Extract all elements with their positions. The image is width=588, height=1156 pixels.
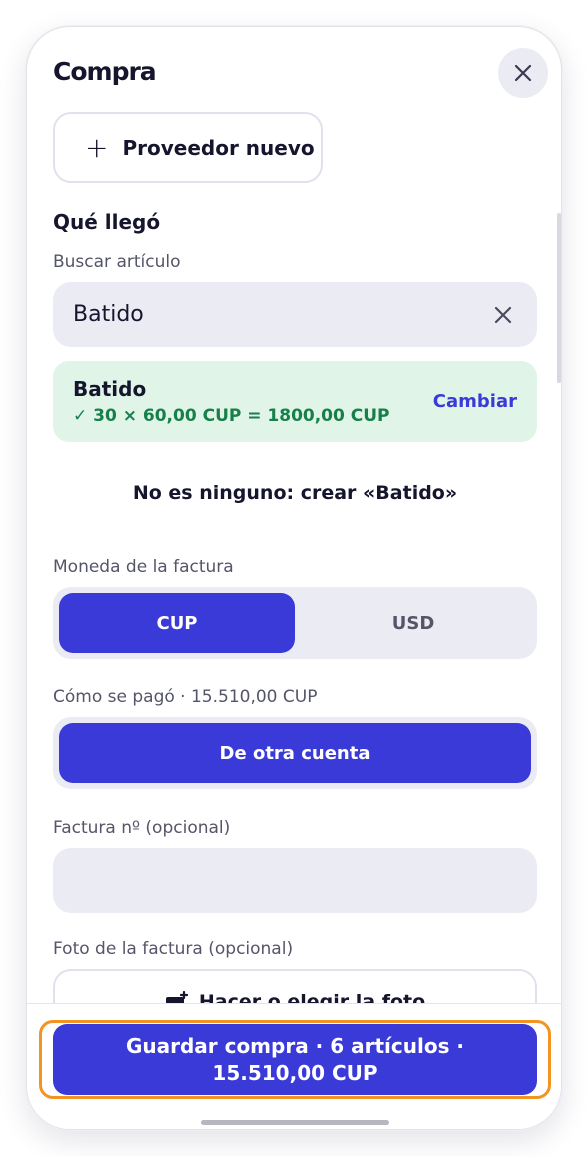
clear-search-icon[interactable] [491, 303, 515, 327]
search-input[interactable]: Batido [53, 282, 537, 347]
currency-selector: CUP USD [53, 587, 537, 659]
plus-icon: + [85, 130, 109, 164]
home-indicator[interactable] [201, 1120, 389, 1125]
payment-method-selector: De otra cuenta [53, 717, 537, 789]
search-label: Buscar artículo [53, 252, 181, 272]
section-title-what-arrived: Qué llegó [53, 210, 161, 234]
selected-item-calculation: ✓ 30 × 60,00 CUP = 1800,00 CUP [73, 406, 390, 426]
currency-label: Moneda de la factura [53, 557, 234, 577]
footer-bar: Guardar compra · 6 artículos · 15.510,00… [27, 1003, 561, 1129]
payment-method-other-account[interactable]: De otra cuenta [59, 723, 531, 783]
search-input-value: Batido [73, 302, 144, 327]
new-provider-label: Proveedor nuevo [122, 135, 315, 160]
currency-option-cup[interactable]: CUP [59, 593, 295, 653]
purchase-sheet: Compra + Proveedor nuevo Qué llegó Busca… [26, 26, 562, 1130]
selected-item-card: Batido ✓ 30 × 60,00 CUP = 1800,00 CUP Ca… [53, 361, 537, 442]
invoice-photo-button[interactable]: Hacer o elegir la foto [53, 969, 537, 1005]
selected-item-name: Batido [73, 377, 147, 401]
payment-label: Cómo se pagó · 15.510,00 CUP [53, 687, 318, 707]
page-title: Compra [53, 57, 157, 86]
new-provider-button[interactable]: + Proveedor nuevo [53, 112, 323, 183]
invoice-photo-label: Foto de la factura (opcional) [53, 939, 294, 959]
close-button[interactable] [498, 48, 548, 98]
invoice-number-label: Factura nº (opcional) [53, 818, 231, 838]
create-new-item-button[interactable]: No es ninguno: crear «Batido» [27, 482, 561, 504]
scrollbar[interactable] [557, 213, 561, 383]
invoice-number-field[interactable] [53, 848, 537, 913]
change-item-link[interactable]: Cambiar [433, 391, 517, 412]
currency-option-usd[interactable]: USD [295, 593, 531, 653]
save-purchase-button[interactable]: Guardar compra · 6 artículos · 15.510,00… [53, 1024, 537, 1095]
form-scroll-area[interactable]: Compra + Proveedor nuevo Qué llegó Busca… [27, 27, 561, 1005]
close-icon [514, 64, 532, 82]
